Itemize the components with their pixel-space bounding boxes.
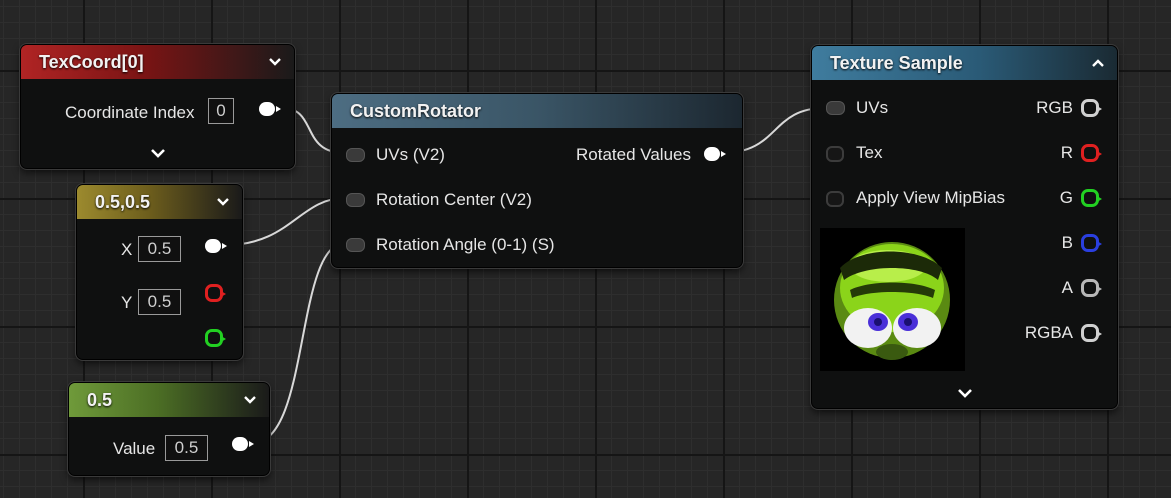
rotation-center-input-pin[interactable] (346, 193, 365, 207)
texcoord-output-pin[interactable] (259, 102, 281, 116)
b-label: B (1061, 233, 1073, 252)
uvs-input-pin[interactable] (346, 148, 365, 162)
chevron-down-icon[interactable] (214, 193, 232, 211)
rgb-output-pin[interactable] (1081, 99, 1102, 117)
texture-thumbnail (820, 228, 965, 371)
tex-input-pin[interactable] (826, 146, 844, 162)
chevron-down-icon[interactable] (266, 53, 284, 71)
texture-sample-title: Texture Sample (830, 52, 963, 73)
chevron-up-icon[interactable] (1089, 54, 1107, 72)
texture-sample-node[interactable]: Texture Sample UVs Tex Apply View MipBia… (811, 45, 1118, 409)
texture-uvs-input-pin[interactable] (826, 101, 845, 115)
texture-sample-header[interactable]: Texture Sample (812, 46, 1117, 80)
value-field[interactable]: 0.5 (165, 435, 208, 461)
r-output-pin[interactable] (1081, 144, 1102, 162)
g-output-pin[interactable] (1081, 189, 1102, 207)
scalar-header[interactable]: 0.5 (69, 383, 269, 417)
vector2-header[interactable]: 0.5,0.5 (77, 185, 242, 219)
texcoord-title: TexCoord[0] (39, 51, 144, 72)
vector2-node[interactable]: 0.5,0.5 X 0.5 Y 0.5 (76, 184, 243, 360)
uvs-input-label: UVs (V2) (376, 145, 445, 164)
tex-label: Tex (856, 143, 883, 162)
wire-vector2-to-center (225, 197, 346, 246)
custom-rotator-title: CustomRotator (350, 100, 481, 121)
texcoord-node[interactable]: TexCoord[0] Coordinate Index 0 (20, 44, 295, 169)
r-label: R (1060, 143, 1073, 162)
rotation-center-label: Rotation Center (V2) (376, 190, 532, 209)
texture-uvs-label: UVs (856, 98, 889, 117)
rgba-output-pin[interactable] (1081, 324, 1102, 342)
coordinate-index-label: Coordinate Index (65, 103, 195, 122)
mipbias-label: Apply View MipBias (856, 188, 1005, 207)
coordinate-index-field[interactable]: 0 (208, 98, 234, 124)
y-label: Y (121, 293, 133, 312)
texcoord-header[interactable]: TexCoord[0] (21, 45, 294, 79)
y-field[interactable]: 0.5 (138, 289, 181, 315)
rotated-values-label: Rotated Values (576, 145, 691, 164)
g-output-pin[interactable] (205, 329, 226, 347)
b-output-pin[interactable] (1081, 234, 1102, 252)
rgba-label: RGBA (1024, 323, 1073, 342)
y-output-pin[interactable] (205, 284, 226, 302)
custom-rotator-node[interactable]: CustomRotator UVs (V2) Rotated Values Ro… (331, 93, 743, 268)
a-output-pin[interactable] (1081, 279, 1102, 297)
g-label: G (1059, 188, 1073, 207)
rotated-values-output-pin[interactable] (704, 147, 726, 161)
rotation-angle-input-pin[interactable] (346, 238, 365, 252)
x-label: X (121, 240, 133, 259)
custom-rotator-header[interactable]: CustomRotator (332, 94, 742, 128)
chevron-down-icon[interactable] (148, 147, 168, 161)
scalar-output-pin[interactable] (232, 437, 254, 451)
a-label: A (1061, 278, 1073, 297)
scalar-title: 0.5 (87, 389, 113, 410)
x-output-pin[interactable] (205, 239, 227, 253)
chevron-down-icon[interactable] (955, 387, 975, 401)
scalar-node[interactable]: 0.5 Value 0.5 (68, 382, 270, 476)
vector2-title: 0.5,0.5 (95, 191, 151, 212)
value-label: Value (113, 439, 156, 458)
chevron-down-icon[interactable] (241, 391, 259, 409)
rotation-angle-label: Rotation Angle (0-1) (S) (376, 235, 555, 254)
mipbias-input-pin[interactable] (826, 191, 844, 207)
x-field[interactable]: 0.5 (138, 236, 181, 262)
rgb-label: RGB (1036, 98, 1073, 117)
